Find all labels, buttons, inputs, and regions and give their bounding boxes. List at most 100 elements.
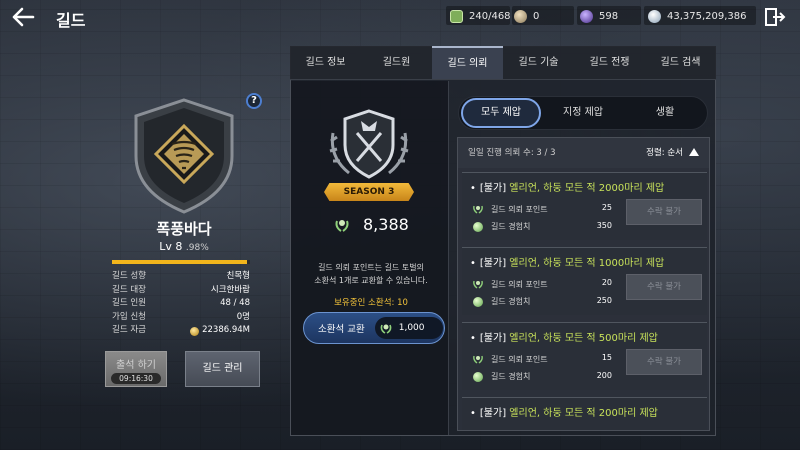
info-value: 0명 [236,311,250,322]
bullet-icon: • [470,183,476,194]
guild-point-laurel-icon [473,355,483,364]
bullet-icon: • [470,333,476,344]
quest-title-text: 엘리언, 하둥 모든 적 2000마리 제압 [509,183,665,194]
reward-row-exp: 길드 경험치 [472,371,530,382]
guild-point-laurel-icon [335,219,349,232]
filter-all-subjugate[interactable]: 모두 제압 [461,98,541,128]
guild-level: Lv 8 .98% [100,240,268,253]
quest-list-panel: 일일 진행 의뢰 수: 3 / 3 정렬: 순서 • [불가] 엘리언, 하둥 모… [457,137,710,431]
quest-item: • [불가] 엘리언, 하둥 모든 적 500마리 제압 길드 의뢰 포인트 15… [462,322,707,390]
quest-title: • [불가] 엘리언, 하둥 모든 적 2000마리 제압 [470,179,664,194]
guild-manage-button[interactable]: 길드 관리 [185,351,260,387]
gem-value: 598 [599,10,619,22]
reward-row-exp: 길드 경험치 [472,296,530,307]
tab-guild-requests[interactable]: 길드 의뢰 [432,46,503,79]
tab-guild-skills[interactable]: 길드 기술 [503,46,574,79]
accept-button-disabled[interactable]: 수락 불가 [626,349,702,375]
reward-row-points: 길드 의뢰 포인트 [472,203,548,215]
season-score: 8,388 [333,215,409,234]
gold-coin-icon [190,326,200,336]
energy-resource[interactable]: 240/468 [450,8,511,24]
info-key: 길드 성향 [112,271,146,281]
season-desc-line1: 길드 의뢰 포인트는 길드 토벌의 [318,263,424,272]
guild-emblem-icon [134,98,234,214]
guild-info-table: 길드 성향 친목형 길드 대장 시크한바람 길드 인원 48 / 48 가입 신… [112,270,250,338]
quest-title: • [불가] 엘리언, 하둥 모든 적 200마리 제압 [470,404,658,419]
info-row-members: 길드 인원 48 / 48 [112,297,250,311]
level-progress-fill [112,260,248,264]
sort-toggle[interactable]: 정렬: 순서 [646,138,699,168]
silver-coin-icon [648,9,661,23]
gem-resource[interactable]: 598 [580,8,618,24]
info-row-funds: 길드 자금 22386.94M [112,324,250,338]
quest-tag: [불가] [479,258,507,269]
quest-list-header: 일일 진행 의뢰 수: 3 / 3 정렬: 순서 [458,138,709,168]
filter-bar: 모두 제압 지정 제압 생활 [458,96,708,130]
quest-item: • [불가] 엘리언, 하둥 모든 적 2000마리 제압 길드 의뢰 포인트 2… [462,172,707,240]
energy-value: 240/468 [469,10,511,22]
reward-label: 길드 의뢰 포인트 [491,354,548,364]
quest-tag: [불가] [479,408,507,419]
daily-quest-count: 일일 진행 의뢰 수: 3 / 3 [468,148,556,158]
quest-title-text: 엘리언, 하둥 모든 적 500마리 제압 [509,333,658,344]
reward-value: 200 [596,371,612,380]
tab-bar: 길드 정보 길드원 길드 의뢰 길드 기술 길드 전쟁 길드 검색 [290,46,716,80]
page-title: 길드 [56,11,86,30]
funds-value: 22386.94M [202,325,250,336]
reward-row-points: 길드 의뢰 포인트 [472,353,548,365]
season-description: 길드 의뢰 포인트는 길드 토벌의 소환석 1개로 교환할 수 있습니다. [300,261,442,287]
gem-icon [580,9,593,23]
quest-item: • [불가] 엘리언, 하둥 모든 적 200마리 제압 [462,397,707,430]
bullet-icon: • [470,408,476,419]
info-key: 가입 신청 [112,311,146,322]
guild-level-value: Lv 8 [159,240,183,253]
quest-tag: [불가] [479,333,507,344]
info-value: 시크한바람 [210,284,250,295]
summon-stone-exchange-button[interactable]: 소환석 교환 1,000 [303,312,445,344]
info-row-tendency: 길드 성향 친목형 [112,270,250,284]
accept-button-disabled[interactable]: 수락 불가 [626,199,702,225]
exchange-cost-value: 1,000 [398,323,425,333]
help-icon[interactable]: ? [246,93,262,109]
reward-value: 250 [596,296,612,305]
silver-resource[interactable]: 43,375,209,386 [648,8,747,24]
season-score-value: 8,388 [363,215,409,234]
season-ribbon: SEASON 3 [324,183,414,201]
guild-point-laurel-icon [473,205,483,214]
guild-point-laurel-icon [473,280,483,289]
tab-guild-search[interactable]: 길드 검색 [645,46,716,79]
filter-life[interactable]: 생활 [625,98,705,128]
tab-guild-war[interactable]: 길드 전쟁 [574,46,645,79]
tab-guild-members[interactable]: 길드원 [361,46,432,79]
sort-up-arrow-icon [689,148,699,156]
season-desc-line2: 소환석 1개로 교환할 수 있습니다. [314,276,428,285]
back-arrow-icon[interactable] [10,6,36,28]
silver-value: 43,375,209,386 [667,10,747,22]
info-key: 길드 대장 [112,284,146,295]
quest-item: • [불가] 엘리언, 하둥 모든 적 1000마리 제압 길드 의뢰 포인트 2… [462,247,707,315]
attend-button[interactable]: 출석 하기 09:16:30 [105,351,167,387]
filter-designated-subjugate[interactable]: 지정 제압 [543,98,623,128]
info-row-applications: 가입 신청 0명 [112,311,250,325]
tab-guild-info[interactable]: 길드 정보 [290,46,361,79]
reward-value: 25 [601,203,612,212]
reward-label: 길드 의뢰 포인트 [491,279,548,289]
guild-point-laurel-icon [380,324,392,334]
bullet-icon: • [470,258,476,269]
info-row-leader: 길드 대장 시크한바람 [112,284,250,298]
gold-coin-icon [514,9,527,23]
attend-timer: 09:16:30 [111,373,161,384]
quest-title: • [불가] 엘리언, 하둥 모든 적 1000마리 제압 [470,254,664,269]
accept-button-disabled[interactable]: 수락 불가 [626,274,702,300]
info-value: 22386.94M [190,324,250,338]
season-crest-icon [329,109,409,179]
gold-value: 0 [533,10,540,22]
reward-value: 15 [601,353,612,362]
exit-icon[interactable] [764,7,786,27]
guild-exp-icon [473,371,483,382]
gold-resource[interactable]: 0 [514,8,539,24]
reward-label: 길드 의뢰 포인트 [491,204,548,214]
reward-row-exp: 길드 경험치 [472,221,530,232]
attend-label: 출석 하기 [116,360,156,371]
guild-name: 폭풍바다 [156,220,212,238]
